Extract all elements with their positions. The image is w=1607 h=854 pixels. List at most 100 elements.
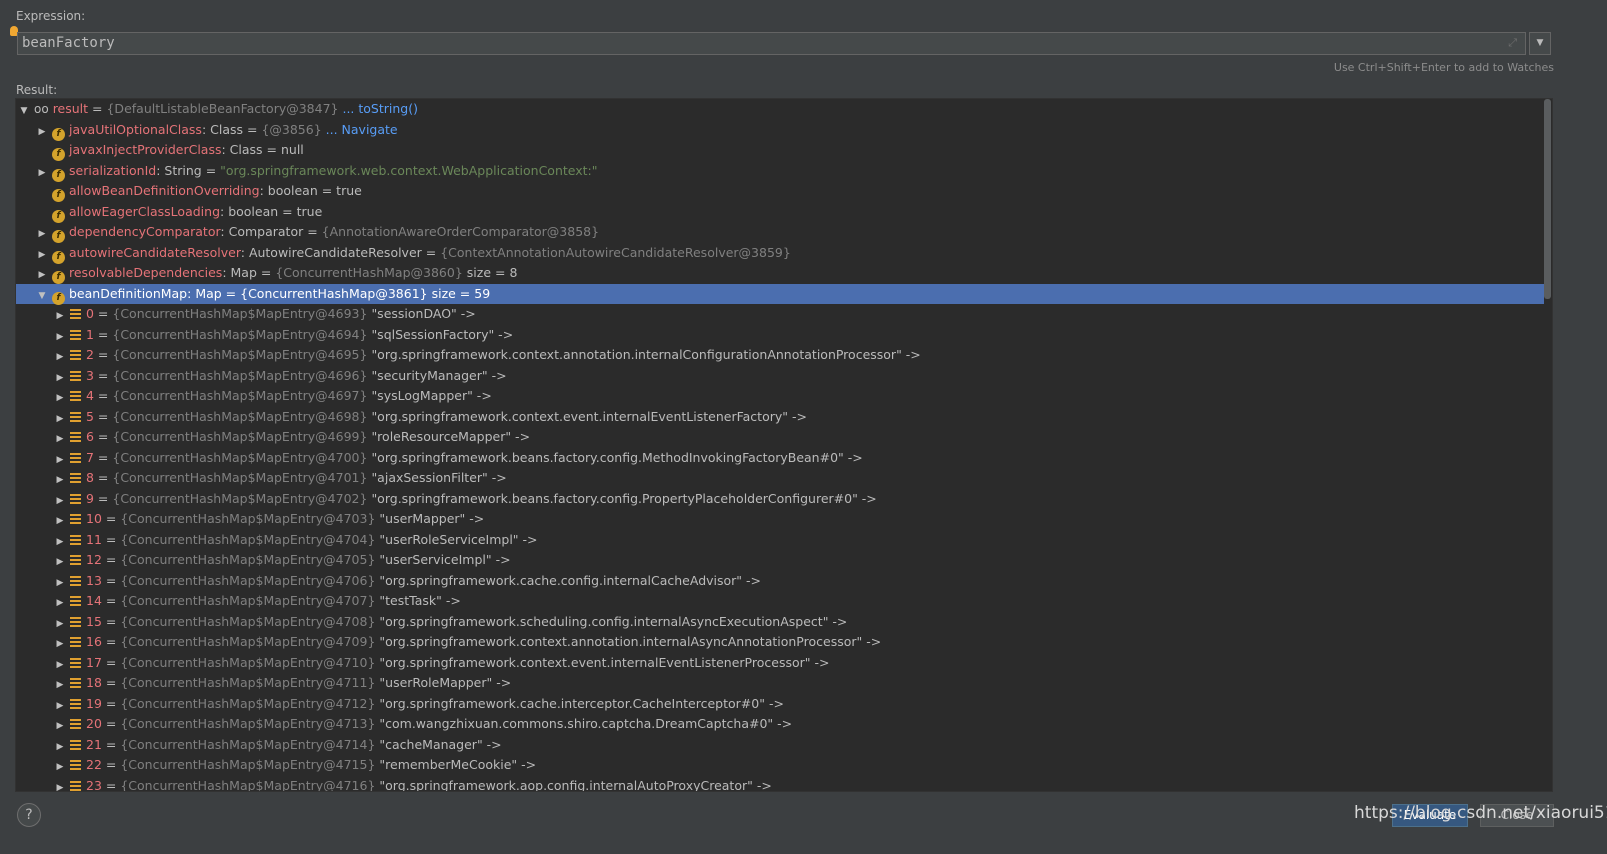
- tree-row-entry[interactable]: ▶ 1 = {ConcurrentHashMap$MapEntry@4694} "…: [16, 325, 1544, 346]
- field-value: "org.springframework.web.context.WebAppl…: [220, 162, 598, 178]
- expand-toggle-icon[interactable]: ▶: [36, 265, 48, 285]
- entry-ref: {ConcurrentHashMap$MapEntry@4714}: [120, 736, 376, 752]
- expand-toggle-icon[interactable]: ▶: [54, 593, 66, 613]
- expand-toggle-icon[interactable]: ▶: [54, 716, 66, 736]
- expand-toggle-icon[interactable]: ▶: [54, 429, 66, 449]
- tree-row-field[interactable]: ▶ f dependencyComparator: Comparator = {An…: [16, 222, 1544, 243]
- tree-row-entry[interactable]: ▶ 6 = {ConcurrentHashMap$MapEntry@4699} "…: [16, 427, 1544, 448]
- tree-row-entry[interactable]: ▶ 11 = {ConcurrentHashMap$MapEntry@4704} …: [16, 530, 1544, 551]
- tree-row-entry[interactable]: ▶ 17 = {ConcurrentHashMap$MapEntry@4710} …: [16, 653, 1544, 674]
- tree-row-field[interactable]: f javaxInjectProviderClass: Class = null: [16, 140, 1544, 161]
- entry-ref: {ConcurrentHashMap$MapEntry@4708}: [120, 613, 376, 629]
- equals-sign: =: [101, 531, 121, 547]
- expand-toggle-icon[interactable]: ▶: [54, 655, 66, 675]
- expand-toggle-icon[interactable]: ▶: [54, 552, 66, 572]
- expand-toggle-icon[interactable]: ▶: [54, 614, 66, 634]
- map-entry-icon: [70, 678, 81, 688]
- tree-row-entry[interactable]: ▶ 9 = {ConcurrentHashMap$MapEntry@4702} "…: [16, 489, 1544, 510]
- expand-toggle-icon[interactable]: ▶: [54, 634, 66, 654]
- tree-row-entry[interactable]: ▶ 2 = {ConcurrentHashMap$MapEntry@4695} "…: [16, 345, 1544, 366]
- map-entry-icon: [70, 514, 81, 524]
- map-entry-icon: [70, 493, 81, 504]
- expand-toggle-icon[interactable]: ▶: [36, 163, 48, 183]
- help-button[interactable]: ?: [17, 803, 41, 827]
- equals-sign: =: [93, 490, 113, 506]
- tree-row-field[interactable]: f allowEagerClassLoading: boolean = true: [16, 202, 1544, 223]
- expand-toggle-icon[interactable]: ▶: [54, 368, 66, 388]
- expand-toggle-icon[interactable]: ▶: [54, 696, 66, 716]
- expand-toggle-icon[interactable]: ▶: [54, 573, 66, 593]
- expand-toggle-icon[interactable]: ▶: [36, 122, 48, 142]
- tree-row-entry[interactable]: ▶ 8 = {ConcurrentHashMap$MapEntry@4701} "…: [16, 468, 1544, 489]
- tree-row-root[interactable]: ▼ oo result = {DefaultListableBeanFactory@…: [16, 99, 1544, 120]
- tree-row-entry[interactable]: ▶ 18 = {ConcurrentHashMap$MapEntry@4711} …: [16, 673, 1544, 694]
- tree-row-field[interactable]: ▼ f beanDefinitionMap: Map = {ConcurrentHa…: [16, 283, 1544, 306]
- expand-toggle-icon[interactable]: ▶: [36, 224, 48, 244]
- tree-row-entry[interactable]: ▶ 5 = {ConcurrentHashMap$MapEntry@4698} "…: [16, 407, 1544, 428]
- equals-sign: =: [101, 695, 121, 711]
- expand-toggle-icon[interactable]: ▶: [54, 778, 66, 792]
- expand-toggle-icon[interactable]: ▶: [54, 511, 66, 531]
- entry-ref: {ConcurrentHashMap$MapEntry@4699}: [112, 429, 368, 444]
- colon: :: [220, 203, 229, 219]
- expand-toggle-icon[interactable]: ▶: [54, 532, 66, 552]
- entry-index: 5: [86, 408, 94, 424]
- tree-row-field[interactable]: ▶ f serializationId: String = "org.springf…: [16, 161, 1544, 182]
- tree-row-field[interactable]: ▶ f javaUtilOptionalClass: Class = {@3856}…: [16, 120, 1544, 141]
- result-tree[interactable]: ▼ oo result = {DefaultListableBeanFactory@…: [15, 98, 1553, 792]
- tree-row-field[interactable]: f allowBeanDefinitionOverriding: boolean …: [16, 181, 1544, 202]
- field-name: javaxInjectProviderClass: [69, 142, 222, 157]
- map-entry-icon: [70, 739, 81, 750]
- field-type: AutowireCandidateResolver: [248, 244, 422, 260]
- expand-toggle-icon[interactable]: ▶: [54, 737, 66, 757]
- collapse-toggle-icon[interactable]: ▼: [18, 101, 30, 121]
- tree-row-entry[interactable]: ▶ 23 = {ConcurrentHashMap$MapEntry@4716} …: [16, 776, 1544, 792]
- tree-row-entry[interactable]: ▶ 15 = {ConcurrentHashMap$MapEntry@4708} …: [16, 612, 1544, 633]
- entry-key: "org.springframework.context.event.inter…: [371, 408, 807, 424]
- expand-toggle-icon[interactable]: ▶: [54, 470, 66, 490]
- expand-toggle-icon[interactable]: ▶: [54, 327, 66, 347]
- tree-row-entry[interactable]: ▶ 12 = {ConcurrentHashMap$MapEntry@4705} …: [16, 550, 1544, 571]
- tree-row-entry[interactable]: ▶ 0 = {ConcurrentHashMap$MapEntry@4693} "…: [16, 304, 1544, 325]
- history-dropdown-button[interactable]: ▼: [1529, 32, 1551, 55]
- expand-toggle-icon[interactable]: ▶: [54, 450, 66, 470]
- tree-row-entry[interactable]: ▶ 3 = {ConcurrentHashMap$MapEntry@4696} "…: [16, 366, 1544, 387]
- entry-index: 17: [86, 654, 102, 670]
- expand-toggle-icon[interactable]: ▶: [54, 409, 66, 429]
- expand-icon[interactable]: ⤢: [1508, 36, 1517, 50]
- expression-box[interactable]: ⤢: [17, 32, 1526, 55]
- entry-ref: {ConcurrentHashMap$MapEntry@4693}: [112, 306, 368, 321]
- expand-toggle-icon[interactable]: ▶: [54, 491, 66, 511]
- equals-sign: =: [243, 121, 262, 137]
- entry-key: "org.springframework.aop.config.internal…: [379, 777, 772, 792]
- tree-row-field[interactable]: ▶ f resolvableDependencies: Map = {Concurr…: [16, 263, 1544, 284]
- colon: :: [221, 142, 230, 157]
- expand-toggle-icon[interactable]: ▶: [54, 675, 66, 695]
- expand-toggle-icon[interactable]: ▶: [36, 245, 48, 265]
- expand-toggle-icon[interactable]: ▶: [54, 306, 66, 326]
- tree-row-entry[interactable]: ▶ 4 = {ConcurrentHashMap$MapEntry@4697} "…: [16, 386, 1544, 407]
- tree-row-entry[interactable]: ▶ 14 = {ConcurrentHashMap$MapEntry@4707} …: [16, 591, 1544, 612]
- expand-toggle-icon[interactable]: ▶: [54, 347, 66, 367]
- entry-key: "org.springframework.context.annotation.…: [379, 634, 882, 649]
- tree-row-entry[interactable]: ▶ 13 = {ConcurrentHashMap$MapEntry@4706} …: [16, 571, 1544, 592]
- tree-row-entry[interactable]: ▶ 20 = {ConcurrentHashMap$MapEntry@4713} …: [16, 714, 1544, 735]
- field-name: resolvableDependencies: [69, 265, 223, 280]
- tree-row-entry[interactable]: ▶ 19 = {ConcurrentHashMap$MapEntry@4712} …: [16, 694, 1544, 715]
- expand-toggle-icon[interactable]: ▶: [54, 388, 66, 408]
- tostring-link[interactable]: ... toString(): [342, 101, 418, 116]
- expand-toggle-icon[interactable]: ▶: [54, 757, 66, 777]
- tree-row-entry[interactable]: ▶ 7 = {ConcurrentHashMap$MapEntry@4700} "…: [16, 448, 1544, 469]
- collapse-toggle-icon[interactable]: ▼: [36, 286, 48, 306]
- tree-row-entry[interactable]: ▶ 22 = {ConcurrentHashMap$MapEntry@4715} …: [16, 755, 1544, 776]
- entry-key: "sysLogMapper" ->: [371, 388, 492, 403]
- navigate-link[interactable]: ... Navigate: [326, 122, 398, 137]
- tree-row-entry[interactable]: ▶ 21 = {ConcurrentHashMap$MapEntry@4714} …: [16, 735, 1544, 756]
- equals-sign: =: [101, 736, 121, 752]
- tree-row-field[interactable]: ▶ f autowireCandidateResolver: AutowireCan…: [16, 243, 1544, 264]
- tree-row-entry[interactable]: ▶ 10 = {ConcurrentHashMap$MapEntry@4703} …: [16, 509, 1544, 530]
- tree-row-entry[interactable]: ▶ 16 = {ConcurrentHashMap$MapEntry@4709} …: [16, 632, 1544, 653]
- tree-scrollbar[interactable]: [1544, 99, 1551, 299]
- field-icon: f: [52, 230, 65, 243]
- expression-input[interactable]: [22, 33, 1472, 54]
